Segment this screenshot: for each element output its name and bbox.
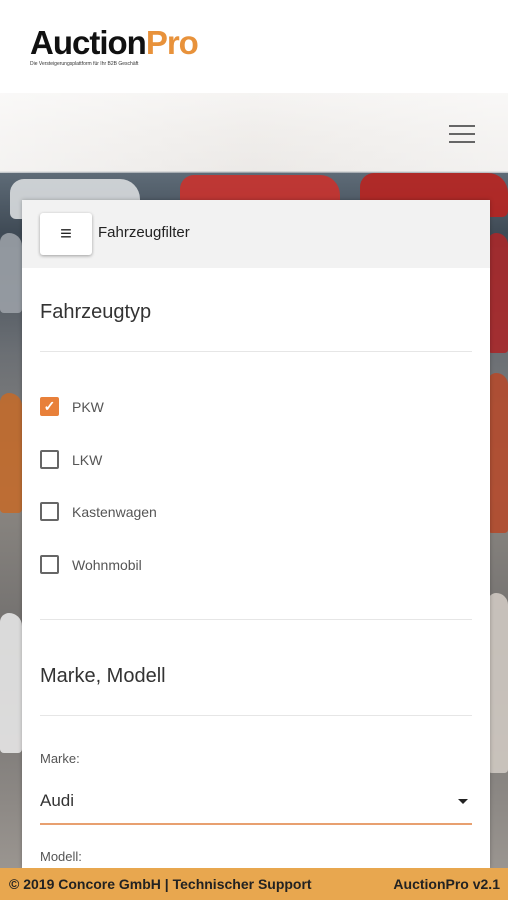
- checkbox-label: LKW: [72, 451, 103, 468]
- menu-bar: [449, 133, 475, 135]
- logo-text-pro: Pro: [145, 24, 199, 61]
- menu-bar: [449, 125, 475, 127]
- footer-copyright[interactable]: © 2019 Concore GmbH | Technischer Suppor…: [9, 876, 312, 892]
- logo-text-auction: Auction: [30, 24, 147, 61]
- footer-version: AuctionPro v2.1: [393, 876, 500, 892]
- checkbox-pkw[interactable]: ✓ PKW: [40, 397, 104, 416]
- checkbox-lkw[interactable]: LKW: [40, 450, 102, 469]
- checkbox-label: Wohnmobil: [72, 556, 142, 573]
- footer-bar: © 2019 Concore GmbH | Technischer Suppor…: [0, 868, 508, 900]
- filter-panel-title: Fahrzeugfilter: [98, 224, 190, 241]
- model-label: Modell:: [40, 849, 82, 864]
- app-header: AuctionPro Die Versteigerungsplattform f…: [0, 0, 508, 94]
- background-car: [488, 233, 508, 353]
- checkmark-icon: ✓: [43, 398, 56, 414]
- background-car: [0, 613, 22, 753]
- brand-select[interactable]: Audi: [40, 785, 472, 825]
- section-title-vehicle-type: Fahrzeugtyp: [40, 301, 152, 323]
- background-car: [0, 393, 22, 513]
- vehicle-filter-panel: ≡ Fahrzeugfilter Fahrzeugtyp ✓ PKW LKW K…: [22, 200, 490, 868]
- logo-wordmark: AuctionPro: [30, 24, 199, 61]
- logo-tagline: Die Versteigerungsplattform für Ihr B2B …: [30, 61, 139, 67]
- checkbox-box[interactable]: [40, 450, 59, 469]
- divider: [40, 715, 472, 716]
- checkbox-box[interactable]: [40, 502, 59, 521]
- checkbox-label: Kastenwagen: [72, 503, 157, 520]
- checkbox-box[interactable]: [40, 555, 59, 574]
- auctionpro-logo[interactable]: AuctionPro Die Versteigerungsplattform f…: [30, 24, 199, 68]
- background-car: [0, 233, 22, 313]
- brand-label: Marke:: [40, 751, 80, 766]
- filter-panel-header: ≡ Fahrzeugfilter: [22, 200, 490, 268]
- divider: [40, 619, 472, 620]
- hamburger-menu-icon: ≡: [60, 222, 72, 245]
- divider: [40, 351, 472, 352]
- brand-select-value: Audi: [40, 791, 75, 810]
- checkbox-wohnmobil[interactable]: Wohnmobil: [40, 555, 142, 574]
- hamburger-menu-icon[interactable]: [449, 125, 475, 143]
- checkbox-kastenwagen[interactable]: Kastenwagen: [40, 502, 157, 521]
- background-car: [488, 593, 508, 773]
- section-title-brand-model: Marke, Modell: [40, 665, 166, 687]
- caret-down-icon: [458, 799, 468, 804]
- filter-menu-button[interactable]: ≡: [40, 213, 92, 255]
- menu-bar: [449, 141, 475, 143]
- checkbox-box[interactable]: ✓: [40, 397, 59, 416]
- background-car: [488, 373, 508, 533]
- checkbox-label: PKW: [72, 398, 104, 415]
- hero-haze: [0, 93, 508, 173]
